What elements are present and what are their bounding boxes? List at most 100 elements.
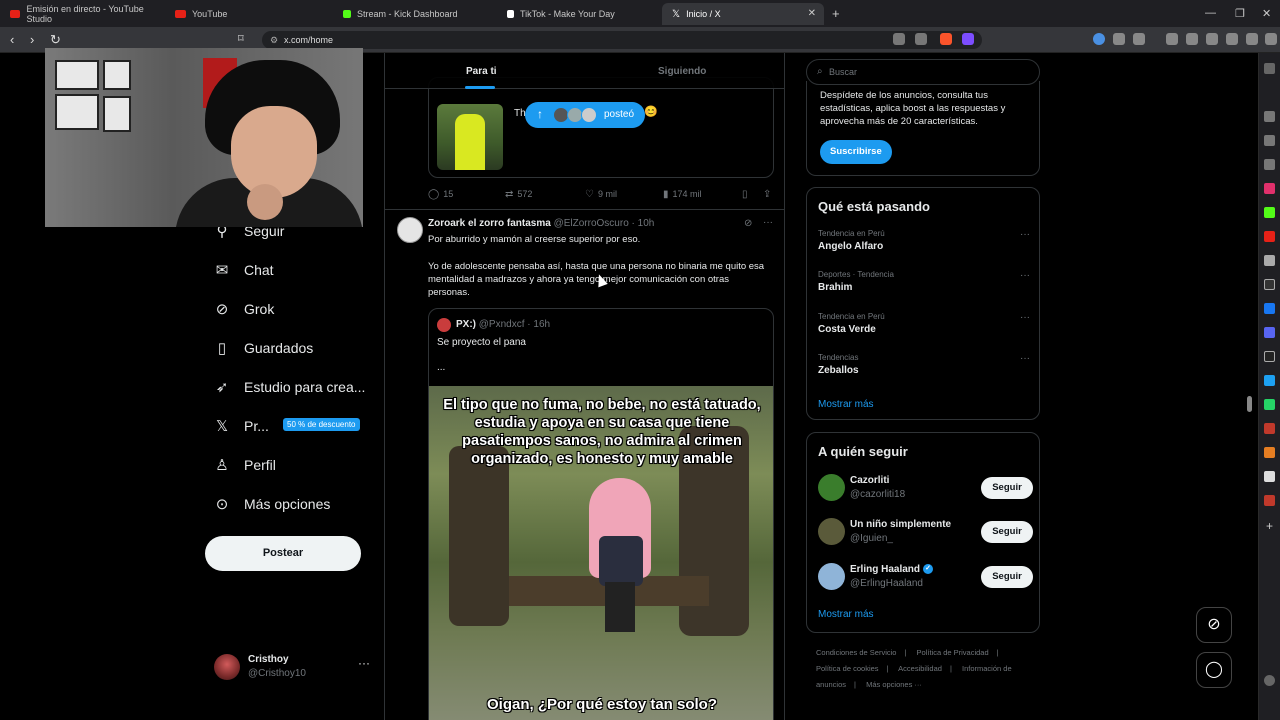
messages-floating-button[interactable]: ◯ xyxy=(1196,652,1232,688)
repost-action[interactable]: ⇄ 572 xyxy=(505,187,532,201)
grok-explain-icon[interactable]: ⊘ xyxy=(744,218,752,229)
leo-icon[interactable] xyxy=(1226,33,1238,45)
sidebar-app4-icon[interactable] xyxy=(1264,471,1275,482)
rewards-icon[interactable] xyxy=(962,33,974,45)
share-action[interactable]: ⇪ xyxy=(763,187,775,201)
sidebar-bookmarks-icon[interactable] xyxy=(1264,135,1275,146)
account-switcher[interactable]: Cristhoy @Cristhoy10 ··· xyxy=(214,652,374,684)
tab-youtube[interactable]: YouTube xyxy=(165,3,333,25)
sidebar-kick-icon[interactable] xyxy=(1264,207,1275,218)
cast-icon[interactable] xyxy=(893,33,905,45)
extensions-puzzle-icon[interactable] xyxy=(1113,33,1125,45)
sidebar-instagram-icon[interactable] xyxy=(1264,183,1275,194)
close-tab-icon[interactable]: ✕ xyxy=(808,8,816,19)
trend-item[interactable]: Tendencia en Perú Angelo Alfaro ··· xyxy=(818,229,1033,263)
reply-action[interactable]: ◯ 15 xyxy=(428,187,453,201)
footer-link-privacy[interactable]: Política de Privacidad xyxy=(917,648,989,657)
views-action[interactable]: ▮ 174 mil xyxy=(663,187,702,201)
sidebar-m-icon[interactable] xyxy=(1264,255,1275,266)
bookmark-action[interactable]: ▯ xyxy=(742,187,752,201)
subscribe-button[interactable]: Suscribirse xyxy=(820,140,892,164)
sidebar-reading-list-icon[interactable] xyxy=(1264,111,1275,122)
sidebar-app2-icon[interactable] xyxy=(1264,423,1275,434)
sidebar-gear-icon[interactable] xyxy=(1264,675,1275,686)
trend-item[interactable]: Deportes · Tendencia Brahim ··· xyxy=(818,270,1033,304)
footer-link-more[interactable]: Más opciones ··· xyxy=(866,680,922,689)
sidebar-discord-icon[interactable] xyxy=(1264,327,1275,338)
brave-shield-icon[interactable] xyxy=(940,33,952,45)
post-button[interactable]: Postear xyxy=(205,536,361,571)
close-window-icon[interactable]: ✕ xyxy=(1262,7,1271,20)
media-icon[interactable] xyxy=(1166,33,1178,45)
sidebar-add-icon[interactable]: + xyxy=(1264,520,1275,532)
extension-icon[interactable] xyxy=(1093,33,1105,45)
nav-item-perfil[interactable]: ♙ Perfil xyxy=(212,450,276,480)
author-name[interactable]: Zoroark el zorro fantasma xyxy=(428,218,551,229)
meme-image[interactable]: El tipo que no fuma, no bebe, no está ta… xyxy=(429,386,773,720)
quoted-post[interactable]: PX:) @Pxndxcf · 16h Se proyecto el pana … xyxy=(428,308,774,720)
url-field[interactable]: ⚙ x.com/home xyxy=(262,31,982,49)
more-icon[interactable]: ··· xyxy=(1020,312,1030,323)
follow-button[interactable]: Seguir xyxy=(981,521,1033,543)
show-more-link[interactable]: Mostrar más xyxy=(818,609,874,620)
post-image[interactable] xyxy=(437,104,503,170)
post-time[interactable]: · 10h xyxy=(632,218,655,229)
sidebar-app-icon[interactable] xyxy=(1264,375,1275,386)
screenshot-icon[interactable] xyxy=(1133,33,1145,45)
wallet-icon[interactable] xyxy=(1206,33,1218,45)
follow-button[interactable]: Seguir xyxy=(981,477,1033,499)
follow-suggestion[interactable]: Erling Haaland ✓ @ErlingHaaland Seguir xyxy=(818,563,1033,593)
sidebar-tiktok-icon[interactable] xyxy=(1264,351,1275,362)
footer-link-terms[interactable]: Condiciones de Servicio xyxy=(816,648,896,657)
minimize-icon[interactable]: — xyxy=(1205,7,1216,19)
back-icon[interactable]: ‹ xyxy=(10,32,14,47)
sidebar-x-icon[interactable] xyxy=(1264,279,1275,290)
author-handle[interactable]: @ElZorroOscuro xyxy=(554,218,629,229)
tab-para-ti[interactable]: Para ti xyxy=(466,66,497,77)
like-action[interactable]: ♡ 9 mil xyxy=(585,187,617,201)
forward-icon[interactable]: › xyxy=(30,32,34,47)
nav-item-grok[interactable]: ⊘ Grok xyxy=(212,294,275,324)
share-icon[interactable] xyxy=(915,33,927,45)
more-icon[interactable]: ··· xyxy=(1020,270,1030,281)
sidebar-app3-icon[interactable] xyxy=(1264,447,1275,458)
tab-tiktok[interactable]: TikTok - Make Your Day xyxy=(497,3,661,25)
show-more-link[interactable]: Mostrar más xyxy=(818,399,874,410)
sidebar-toggle-icon[interactable] xyxy=(1186,33,1198,45)
bookmark-page-icon[interactable]: ⌑ xyxy=(238,32,244,45)
nav-item-mas-opciones[interactable]: ⊙ Más opciones xyxy=(212,489,331,519)
scrollbar-thumb[interactable] xyxy=(1247,396,1252,412)
sidebar-history-icon[interactable] xyxy=(1264,159,1275,170)
sidebar-youtube-icon[interactable] xyxy=(1264,231,1275,242)
nav-item-creator-studio[interactable]: ➶ Estudio para crea... xyxy=(212,372,366,402)
footer-link-accessibility[interactable]: Accesibilidad xyxy=(898,664,942,673)
menu-icon[interactable] xyxy=(1265,33,1277,45)
nav-item-chat[interactable]: ✉ Chat xyxy=(212,255,274,285)
tab-youtube-studio[interactable]: Emisión en directo - YouTube Studio xyxy=(0,3,165,25)
tab-x-home[interactable]: 𝕏 Inicio / X ✕ xyxy=(662,3,824,25)
nav-item-premium[interactable]: 𝕏 Pr... xyxy=(212,411,269,441)
reload-icon[interactable]: ↻ xyxy=(50,32,61,48)
sidebar-app5-icon[interactable] xyxy=(1264,495,1275,506)
trend-item[interactable]: Tendencias Zeballos ··· xyxy=(818,353,1033,387)
follow-button[interactable]: Seguir xyxy=(981,566,1033,588)
sidebar-whatsapp-icon[interactable] xyxy=(1264,399,1275,410)
new-tab-button[interactable]: + xyxy=(832,6,840,21)
avatar[interactable] xyxy=(397,217,423,243)
more-icon[interactable]: ··· xyxy=(358,656,370,670)
sidebar-facebook-icon[interactable] xyxy=(1264,303,1275,314)
more-icon[interactable]: ··· xyxy=(1020,229,1030,240)
follow-suggestion[interactable]: Un niño simplemente @Iguien_ Seguir xyxy=(818,518,1033,548)
nav-item-guardados[interactable]: ▯ Guardados xyxy=(212,333,313,363)
vpn-icon[interactable] xyxy=(1246,33,1258,45)
premium-discount-badge[interactable]: 50 % de descuento xyxy=(283,418,360,431)
grok-floating-button[interactable]: ⊘ xyxy=(1196,607,1232,643)
tab-siguiendo[interactable]: Siguiendo xyxy=(658,66,706,77)
footer-link-cookies[interactable]: Política de cookies xyxy=(816,664,879,673)
sidebar-settings-icon[interactable] xyxy=(1264,63,1275,74)
tab-kick[interactable]: Stream - Kick Dashboard xyxy=(333,3,497,25)
more-icon[interactable]: ··· xyxy=(763,217,773,228)
trend-item[interactable]: Tendencia en Perú Costa Verde ··· xyxy=(818,312,1033,346)
maximize-icon[interactable]: ❐ xyxy=(1235,7,1245,20)
more-icon[interactable]: ··· xyxy=(1020,353,1030,364)
